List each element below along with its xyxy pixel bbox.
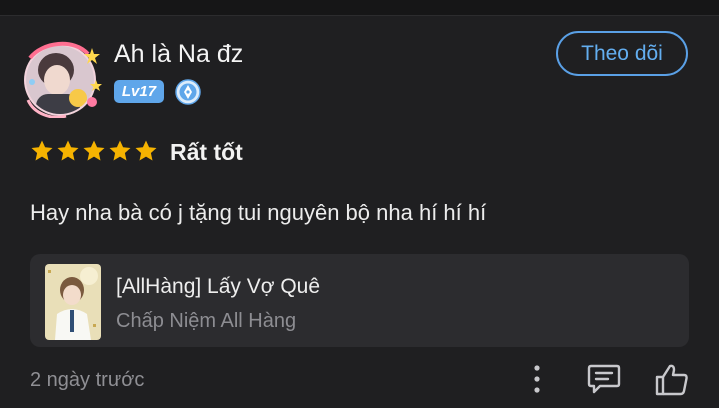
- timestamp: 2 ngày trước: [30, 369, 145, 391]
- book-author: Chấp Niệm All Hàng: [116, 310, 297, 332]
- rating-stars: [30, 139, 158, 165]
- thumbs-up-icon[interactable]: [654, 363, 690, 397]
- username[interactable]: Ah là Na đz: [114, 40, 243, 69]
- book-title[interactable]: [AllHàng] Lấy Vợ Quê: [116, 275, 320, 299]
- star-icon: [83, 140, 105, 161]
- level-badge: Lv17: [114, 80, 164, 103]
- avatar[interactable]: [22, 40, 104, 118]
- star-icon: [109, 140, 131, 161]
- top-divider-bar: [0, 0, 719, 16]
- more-vertical-icon[interactable]: [524, 363, 550, 395]
- star-icon: [57, 140, 79, 161]
- comment-icon[interactable]: [586, 363, 622, 395]
- rating-label: Rất tốt: [170, 139, 243, 165]
- star-icon: [135, 140, 157, 161]
- follow-button[interactable]: Theo dõi: [556, 31, 688, 76]
- book-card[interactable]: [AllHàng] Lấy Vợ Quê Chấp Niệm All Hàng: [30, 254, 689, 347]
- book-cover: [45, 264, 101, 340]
- pen-badge-icon: [175, 79, 201, 105]
- review-comment: Hay nha bà có j tặng tui nguyên bộ nha h…: [30, 200, 487, 225]
- star-icon: [31, 140, 53, 161]
